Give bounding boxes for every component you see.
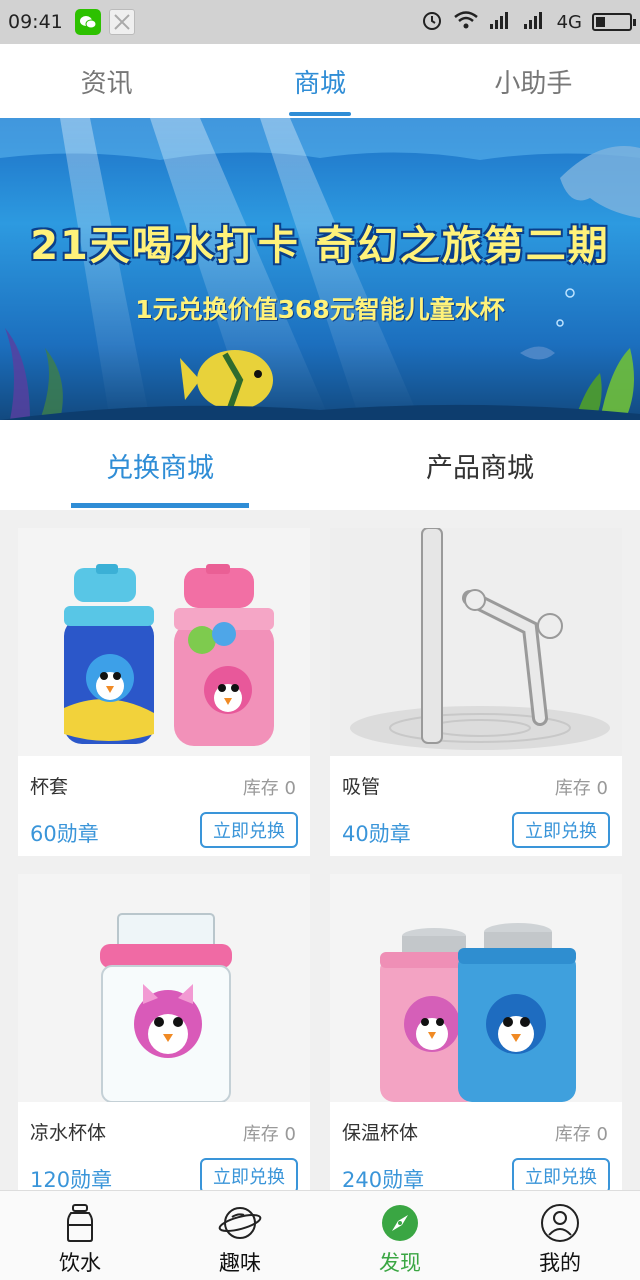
product-stock: 库存 0 (242, 778, 296, 799)
nav-label: 饮水 (59, 1251, 101, 1275)
bottom-nav: 饮水 趣味 发现 我的 (0, 1190, 640, 1280)
nav-drink[interactable]: 饮水 (0, 1191, 160, 1280)
image-notification-icon (108, 9, 135, 35)
product-image-cup-cover (18, 528, 310, 756)
product-name: 保温杯体 (342, 1122, 419, 1144)
nav-label: 发现 (379, 1251, 421, 1275)
product-image-straw (330, 528, 622, 756)
tab-assistant[interactable]: 小助手 (427, 44, 640, 118)
promo-banner[interactable]: 21天喝水打卡 奇幻之旅第二期 1元兑换价值368元智能儿童水杯 (0, 118, 640, 420)
nav-mine[interactable]: 我的 (480, 1191, 640, 1280)
signal-icon (489, 10, 513, 35)
alarm-icon (421, 9, 443, 36)
product-price: 60勋章 (30, 822, 99, 846)
user-icon (541, 1204, 579, 1242)
tab-news[interactable]: 资讯 (0, 44, 213, 118)
tab-mall[interactable]: 商城 (213, 44, 426, 118)
tab-exchange-mall[interactable]: 兑换商城 (0, 420, 320, 510)
battery-icon (592, 13, 636, 31)
product-image-thermos (330, 874, 622, 1102)
product-name: 杯套 (30, 776, 69, 798)
product-image-cold-cup (18, 874, 310, 1102)
bottle-icon (67, 1204, 93, 1242)
product-stock: 库存 0 (242, 1124, 296, 1145)
status-indicators: 4G (421, 9, 636, 36)
redeem-button[interactable]: 立即兑换 (512, 1158, 610, 1194)
nav-label: 趣味 (219, 1251, 261, 1275)
product-name: 吸管 (342, 776, 381, 798)
redeem-button[interactable]: 立即兑换 (200, 812, 298, 848)
product-name: 凉水杯体 (30, 1122, 107, 1144)
product-card[interactable]: 凉水杯体 库存 0 120勋章 立即兑换 (18, 874, 310, 1202)
banner-title: 21天喝水打卡 奇幻之旅第二期 (30, 223, 610, 269)
banner-subtitle: 1元兑换价值368元智能儿童水杯 (135, 295, 505, 324)
network-type: 4G (556, 11, 582, 33)
compass-icon (382, 1205, 418, 1241)
product-card[interactable]: 杯套 库存 0 60勋章 立即兑换 (18, 528, 310, 856)
nav-label: 我的 (539, 1251, 581, 1275)
product-price: 40勋章 (342, 822, 411, 846)
product-stock: 库存 0 (554, 778, 608, 799)
status-bar: 09:41 4G (0, 0, 640, 44)
wifi-icon (453, 10, 479, 35)
product-stock: 库存 0 (554, 1124, 608, 1145)
signal-4g-icon (523, 10, 547, 35)
nav-fun[interactable]: 趣味 (160, 1191, 320, 1280)
top-tabs: 资讯 商城 小助手 (0, 44, 640, 118)
redeem-button[interactable]: 立即兑换 (200, 1158, 298, 1194)
status-time: 09:41 (8, 11, 63, 33)
mall-sub-tabs: 兑换商城 产品商城 (0, 420, 640, 510)
product-card[interactable]: 保温杯体 库存 0 240勋章 立即兑换 (330, 874, 622, 1202)
product-card[interactable]: 吸管 库存 0 40勋章 立即兑换 (330, 528, 622, 856)
redeem-button[interactable]: 立即兑换 (512, 812, 610, 848)
wechat-icon (74, 9, 101, 35)
nav-discover[interactable]: 发现 (320, 1191, 480, 1280)
tab-product-mall[interactable]: 产品商城 (320, 420, 640, 510)
planet-icon (218, 1207, 262, 1239)
